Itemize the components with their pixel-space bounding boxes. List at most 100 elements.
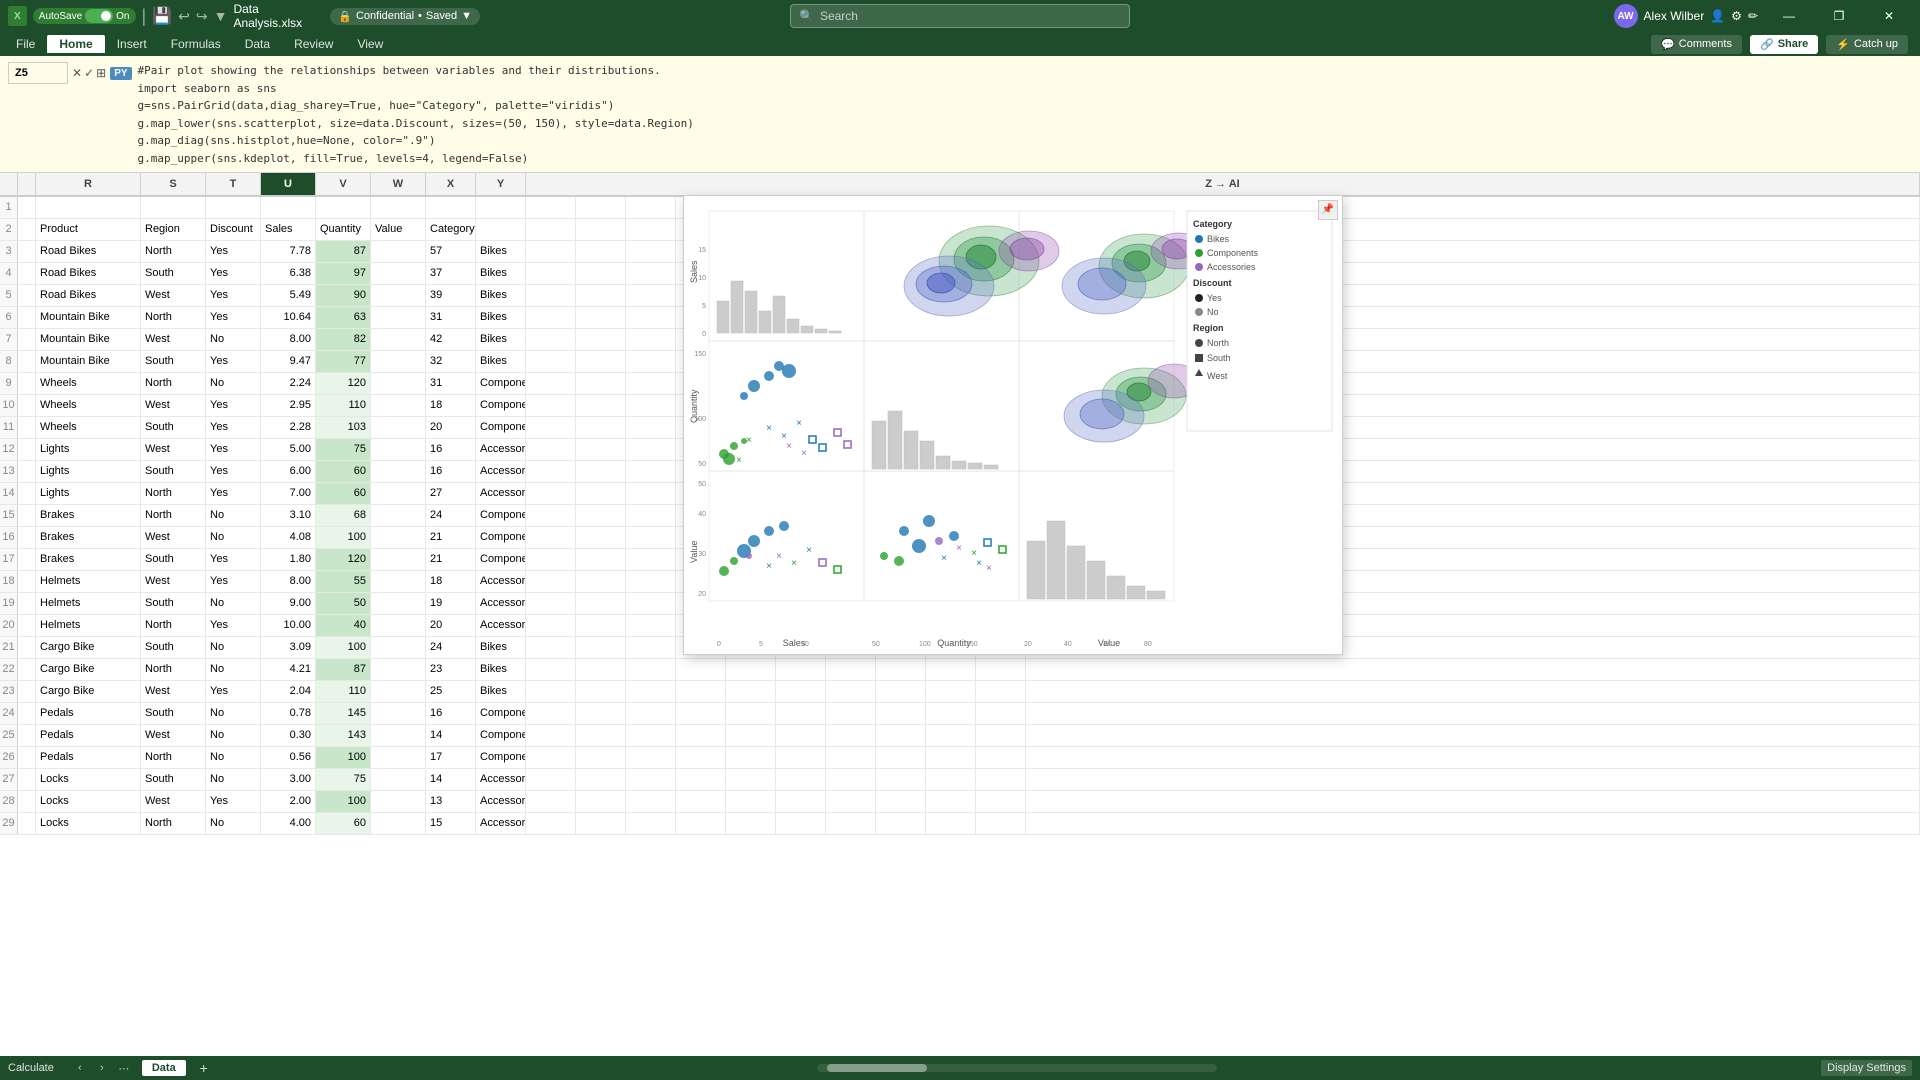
product-cell[interactable]: Cargo Bike — [36, 637, 141, 658]
data-cell[interactable]: Bikes — [476, 681, 526, 702]
data-cell[interactable] — [726, 769, 776, 790]
data-cell[interactable] — [371, 197, 426, 218]
data-cell[interactable]: 87 — [316, 241, 371, 262]
product-cell[interactable]: Wheels — [36, 417, 141, 438]
data-cell[interactable]: Accessories — [476, 571, 526, 592]
data-cell[interactable]: No — [206, 329, 261, 350]
data-cell[interactable] — [576, 483, 626, 504]
region-cell[interactable]: West — [141, 329, 206, 350]
data-cell[interactable]: 3.10 — [261, 505, 316, 526]
data-cell[interactable]: Value — [371, 219, 426, 240]
data-cell[interactable] — [371, 395, 426, 416]
sheet-tab-data[interactable]: Data — [142, 1060, 186, 1076]
data-cell[interactable]: Accessories — [476, 461, 526, 482]
data-cell[interactable]: 100 — [316, 747, 371, 768]
data-cell[interactable]: 14 — [426, 725, 476, 746]
data-cell[interactable]: Yes — [206, 263, 261, 284]
data-cell[interactable] — [776, 703, 826, 724]
data-cell[interactable] — [526, 681, 576, 702]
data-cell[interactable] — [976, 791, 1026, 812]
data-cell[interactable] — [676, 769, 726, 790]
product-cell[interactable]: Cargo Bike — [36, 659, 141, 680]
data-cell[interactable]: Accessories — [476, 615, 526, 636]
data-cell[interactable] — [18, 285, 36, 306]
data-cell[interactable] — [876, 813, 926, 834]
data-cell[interactable] — [626, 395, 676, 416]
region-cell[interactable]: West — [141, 681, 206, 702]
data-cell[interactable] — [826, 703, 876, 724]
region-cell[interactable]: North — [141, 747, 206, 768]
data-cell[interactable]: 5.49 — [261, 285, 316, 306]
data-cell[interactable] — [626, 637, 676, 658]
data-cell[interactable]: 14 — [426, 769, 476, 790]
data-cell[interactable] — [371, 439, 426, 460]
product-cell[interactable]: Helmets — [36, 593, 141, 614]
data-cell[interactable]: 42 — [426, 329, 476, 350]
data-cell[interactable] — [626, 461, 676, 482]
data-cell[interactable]: 15 — [426, 813, 476, 834]
data-cell[interactable] — [426, 197, 476, 218]
data-cell[interactable]: Yes — [206, 483, 261, 504]
data-cell[interactable] — [926, 681, 976, 702]
data-cell[interactable] — [526, 329, 576, 350]
data-cell[interactable]: 8.00 — [261, 329, 316, 350]
data-cell[interactable] — [576, 637, 626, 658]
data-cell[interactable]: 7.00 — [261, 483, 316, 504]
data-cell[interactable] — [526, 263, 576, 284]
expand-icon[interactable]: ⊞ — [96, 66, 106, 80]
data-cell[interactable] — [976, 813, 1026, 834]
data-cell[interactable] — [18, 549, 36, 570]
data-cell[interactable] — [626, 725, 676, 746]
data-cell[interactable] — [526, 461, 576, 482]
data-cell[interactable] — [676, 813, 726, 834]
product-cell[interactable]: Pedals — [36, 747, 141, 768]
data-cell[interactable] — [976, 769, 1026, 790]
data-cell[interactable] — [626, 351, 676, 372]
data-cell[interactable] — [626, 747, 676, 768]
data-cell[interactable]: Accessories — [476, 813, 526, 834]
product-cell[interactable]: Locks — [36, 813, 141, 834]
data-cell[interactable] — [626, 285, 676, 306]
data-cell[interactable]: Quantity — [316, 219, 371, 240]
data-cell[interactable] — [926, 791, 976, 812]
data-cell[interactable] — [371, 549, 426, 570]
data-cell[interactable] — [626, 219, 676, 240]
data-cell[interactable]: 82 — [316, 329, 371, 350]
region-cell[interactable]: South — [141, 351, 206, 372]
minimize-button[interactable]: — — [1766, 0, 1812, 32]
data-cell[interactable]: 37 — [426, 263, 476, 284]
data-cell[interactable]: 75 — [316, 769, 371, 790]
data-cell[interactable]: 27 — [426, 483, 476, 504]
data-cell[interactable] — [926, 659, 976, 680]
data-cell[interactable]: No — [206, 725, 261, 746]
data-cell[interactable]: No — [206, 637, 261, 658]
data-cell[interactable] — [476, 219, 526, 240]
col-z-plus-header[interactable]: Z → AI — [526, 173, 1920, 195]
data-cell[interactable] — [626, 571, 676, 592]
region-cell[interactable]: North — [141, 241, 206, 262]
data-cell[interactable] — [826, 681, 876, 702]
data-cell[interactable]: 9.00 — [261, 593, 316, 614]
data-cell[interactable] — [576, 329, 626, 350]
data-cell[interactable] — [726, 681, 776, 702]
product-cell[interactable]: Wheels — [36, 395, 141, 416]
data-cell[interactable]: 16 — [426, 461, 476, 482]
product-cell[interactable]: Brakes — [36, 505, 141, 526]
tab-home[interactable]: Home — [47, 35, 104, 53]
data-cell[interactable] — [726, 703, 776, 724]
data-cell[interactable] — [676, 791, 726, 812]
data-cell[interactable]: 24 — [426, 505, 476, 526]
data-cell[interactable] — [576, 747, 626, 768]
product-cell[interactable]: Lights — [36, 461, 141, 482]
data-cell[interactable] — [776, 659, 826, 680]
data-cell[interactable]: No — [206, 813, 261, 834]
data-cell[interactable] — [526, 351, 576, 372]
data-cell[interactable]: 3.09 — [261, 637, 316, 658]
data-cell[interactable] — [726, 725, 776, 746]
data-cell[interactable] — [576, 703, 626, 724]
data-cell[interactable] — [18, 241, 36, 262]
data-cell[interactable] — [526, 615, 576, 636]
data-cell[interactable]: Accessories — [476, 483, 526, 504]
product-cell[interactable]: Brakes — [36, 527, 141, 548]
region-cell[interactable]: South — [141, 263, 206, 284]
